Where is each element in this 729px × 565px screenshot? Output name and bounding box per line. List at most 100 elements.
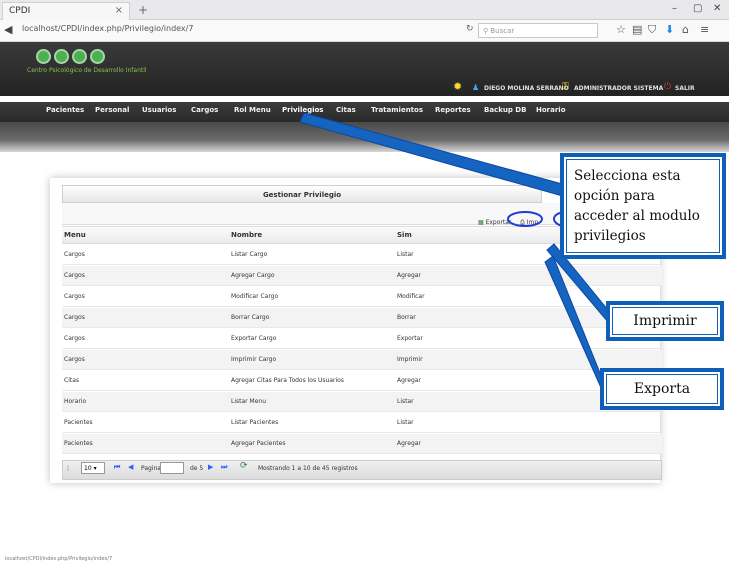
user-role[interactable]: ADMINISTRADOR SISTEMA: [574, 85, 663, 92]
cell-nombre: Listar Pacientes: [231, 419, 279, 426]
cell-menu: Cargos: [64, 314, 85, 321]
cell-sim: Agregar: [397, 272, 421, 279]
cell-sim: Modificar: [397, 293, 425, 300]
cell-menu: Pacientes: [64, 419, 93, 426]
reading-list-icon[interactable]: ▤: [632, 23, 642, 36]
page-size-value: 10: [84, 465, 92, 472]
search-input[interactable]: ⚲ Buscar: [478, 23, 598, 38]
column-header-sim[interactable]: Sim: [397, 231, 412, 239]
printer-icon: ⎙: [520, 219, 525, 226]
cell-nombre: Agregar Pacientes: [231, 440, 286, 447]
logo: [36, 49, 105, 64]
page-size-select[interactable]: 10 ▾: [81, 462, 105, 474]
callout-select-option: Selecciona esta opción para acceder al m…: [560, 153, 726, 259]
user-icon: ♟: [472, 83, 480, 92]
cell-nombre: Agregar Citas Para Todos los Usuarios: [231, 377, 344, 384]
menu-item-horario[interactable]: Horario: [536, 106, 566, 114]
cell-nombre: Imprimir Cargo: [231, 356, 277, 363]
menu-item-usuarios[interactable]: Usuarios: [142, 106, 176, 114]
cell-sim: Borrar: [397, 314, 416, 321]
address-field[interactable]: localhost/CPDI/index.php/Privilegio/inde…: [22, 24, 193, 33]
page-number-input[interactable]: [160, 462, 184, 474]
home-icon[interactable]: ⌂: [682, 23, 689, 36]
cell-nombre: Exportar Cargo: [231, 335, 277, 342]
cell-nombre: Listar Cargo: [231, 251, 268, 258]
logout-icon: ⏻: [664, 82, 672, 92]
browser-urlbar: ◀ localhost/CPDI/index.php/Privilegio/in…: [0, 20, 729, 42]
cell-sim: Listar: [397, 251, 414, 258]
table-row[interactable]: Cargos Modificar Cargo Modificar: [62, 287, 662, 307]
search-placeholder: Buscar: [490, 27, 515, 35]
column-header-nombre[interactable]: Nombre: [231, 231, 262, 239]
page-of-label: de 5: [190, 465, 204, 472]
chevron-down-icon: ▾: [93, 465, 97, 472]
last-page-icon[interactable]: ⏭: [221, 463, 227, 472]
cell-sim: Agregar: [397, 377, 421, 384]
cell-menu: Cargos: [64, 272, 85, 279]
menu-item-rol-menu[interactable]: Rol Menu: [234, 106, 271, 114]
table-row[interactable]: Cargos Agregar Cargo Agregar: [62, 266, 662, 286]
reload-icon[interactable]: ↻: [466, 24, 474, 34]
menu-icon[interactable]: ≡: [700, 23, 709, 36]
logo-circle: [36, 49, 51, 64]
pager-divider: |: [67, 465, 70, 472]
user-name[interactable]: DIEGO MOLINA SERRANO: [484, 85, 569, 92]
callout-export: Exporta: [600, 368, 724, 410]
cell-nombre: Modificar Cargo: [231, 293, 279, 300]
minimize-icon[interactable]: –: [672, 3, 677, 14]
table-row[interactable]: Pacientes Listar Pacientes Listar: [62, 413, 662, 433]
prev-page-icon[interactable]: ◀: [128, 463, 133, 471]
settings-icon[interactable]: ✹: [453, 80, 462, 93]
menu-item-reportes[interactable]: Reportes: [435, 106, 471, 114]
menu-item-cargos[interactable]: Cargos: [191, 106, 218, 114]
export-label: Exportar: [485, 219, 512, 226]
menu-item-pacientes[interactable]: Pacientes: [46, 106, 84, 114]
table-row[interactable]: Cargos Borrar Cargo Borrar: [62, 308, 662, 328]
logo-circle: [54, 49, 69, 64]
menu-item-backup-db[interactable]: Backup DB: [484, 106, 526, 114]
back-icon[interactable]: ◀: [4, 23, 12, 36]
status-bar-url: localhost/CPDI/index.php/Privilegio/inde…: [5, 556, 113, 562]
table-row[interactable]: Cargos Exportar Cargo Exportar: [62, 329, 662, 349]
print-label: Imp: [526, 219, 539, 226]
pager-info: Mostrando 1 a 10 de 45 registros: [258, 465, 358, 472]
cell-menu: Cargos: [64, 356, 85, 363]
shield-icon[interactable]: ⛉: [648, 23, 656, 37]
cell-nombre: Borrar Cargo: [231, 314, 270, 321]
browser-tabbar: CPDI × + – ▢ ✕: [0, 0, 729, 20]
cell-nombre: Agregar Cargo: [231, 272, 275, 279]
menu-item-personal[interactable]: Personal: [95, 106, 129, 114]
tab-title: CPDI: [9, 6, 31, 16]
callout-print: Imprimir: [606, 301, 724, 341]
grid-title: Gestionar Privilegio: [62, 185, 542, 203]
close-window-icon[interactable]: ✕: [713, 3, 721, 14]
maximize-icon[interactable]: ▢: [693, 3, 702, 14]
cell-menu: Cargos: [64, 335, 85, 342]
excel-icon: ▦: [478, 219, 484, 226]
cell-sim: Listar: [397, 398, 414, 405]
table-row[interactable]: Horario Listar Menu Listar: [62, 392, 662, 412]
header-gradient-strip: [0, 122, 729, 152]
logo-text: Centro Psicológico de Desarrollo Infanti…: [27, 67, 147, 74]
browser-tab[interactable]: CPDI ×: [2, 2, 130, 20]
menu-item-privilegios[interactable]: Privilegios: [282, 106, 323, 114]
cell-menu: Pacientes: [64, 440, 93, 447]
column-header-menu[interactable]: Menu: [64, 231, 86, 239]
table-row[interactable]: Cargos Imprimir Cargo Imprimir: [62, 350, 662, 370]
bookmark-star-icon[interactable]: ☆: [616, 23, 626, 36]
first-page-icon[interactable]: ⏮: [114, 463, 120, 472]
table-row[interactable]: Pacientes Agregar Pacientes Agregar: [62, 434, 662, 454]
export-button[interactable]: ▦ Exportar: [478, 219, 511, 226]
screenshot: CPDI × + – ▢ ✕ ◀ localhost/CPDI/index.ph…: [0, 0, 729, 565]
refresh-icon[interactable]: ⟳: [240, 461, 248, 471]
table-row[interactable]: Citas Agregar Citas Para Todos los Usuar…: [62, 371, 662, 391]
logout-link[interactable]: SALIR: [675, 85, 695, 92]
menu-item-tratamientos[interactable]: Tratamientos: [371, 106, 423, 114]
close-tab-icon[interactable]: ×: [115, 5, 123, 16]
page-label: Pagina: [141, 465, 161, 472]
download-icon[interactable]: ⬇: [665, 23, 674, 36]
menu-item-citas[interactable]: Citas: [336, 106, 356, 114]
role-key-icon: ⚿: [562, 82, 569, 92]
new-tab-icon[interactable]: +: [138, 3, 148, 17]
next-page-icon[interactable]: ▶: [208, 463, 213, 471]
